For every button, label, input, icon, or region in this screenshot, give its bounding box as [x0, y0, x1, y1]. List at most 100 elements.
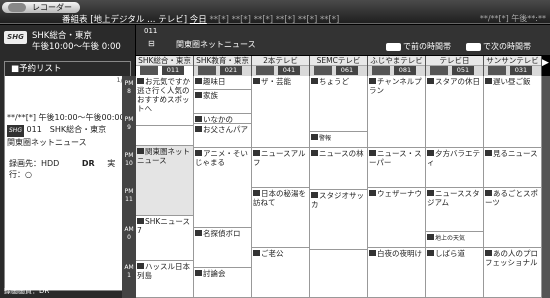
record-destination: 録画先：HDD	[9, 159, 60, 168]
program-title: 討論会	[203, 269, 226, 278]
day-tab[interactable]: **[*]	[320, 15, 339, 25]
day-tab[interactable]: **[*]	[232, 15, 251, 25]
genre-icon	[195, 270, 202, 276]
time-label: AM 1	[124, 264, 134, 279]
time-label: PM 10	[124, 152, 134, 167]
genre-icon	[137, 148, 144, 154]
channel-header[interactable]: SHK総合・東京 011	[136, 56, 194, 76]
program-cell[interactable]: ちょうど	[310, 76, 368, 132]
scroll-right-icon[interactable]: ▶	[542, 58, 550, 74]
program-title: 白夜の夜明け	[377, 249, 422, 258]
program-cell[interactable]: 警報	[310, 132, 368, 148]
genre-icon	[311, 134, 318, 140]
prev-timeslot-button[interactable]: で前の時間帯	[386, 41, 451, 52]
reservation-item[interactable]: **/**[*] 午後10:00〜午後00:00 SHG 011 SHK総合・東…	[7, 112, 128, 150]
day-tab[interactable]: **[*]	[298, 15, 317, 25]
day-tab[interactable]: **[*]	[254, 15, 273, 25]
program-cell[interactable]: 遅い昼ご飯	[484, 76, 542, 148]
channel-header[interactable]: ふじやまテレビ 081	[368, 56, 426, 76]
program-cell[interactable]: しばら道	[426, 248, 484, 298]
program-cell[interactable]: ニューススタジアム	[426, 188, 484, 232]
program-cell[interactable]: 夕方バラエティ	[426, 148, 484, 188]
day-tab[interactable]: **[*]	[210, 15, 229, 25]
channel-header[interactable]: 2本テレビ 041	[252, 56, 310, 76]
program-cell[interactable]: スタアの休日	[426, 76, 484, 148]
time-label: PM 8	[124, 80, 134, 95]
program-cell[interactable]: ニュースの林	[310, 148, 368, 190]
channel-header[interactable]: SEMCテレビ 061	[310, 56, 368, 76]
genre-icon	[195, 92, 202, 98]
genre-icon	[195, 150, 202, 156]
program-cell[interactable]: 趣味日	[194, 76, 252, 90]
program-title: ニュースアルフ	[253, 149, 306, 167]
program-title: 名探偵ボロ	[203, 229, 241, 238]
vertical-scrollbar[interactable]	[542, 76, 550, 298]
program-cell[interactable]: ニュースアルフ	[252, 148, 310, 188]
program-cell[interactable]: あの人のプロフェッショナル	[484, 248, 542, 298]
channel-logo-icon	[430, 66, 448, 75]
genre-icon	[253, 190, 260, 196]
time-label: AM 0	[124, 226, 134, 241]
genre-icon	[485, 78, 492, 84]
genre-icon	[427, 190, 434, 196]
channel-logo-icon	[488, 66, 506, 75]
program-cell-selected[interactable]: 関東圏ネットニュース	[136, 146, 194, 216]
program-cell[interactable]: ニュース・スーパー	[368, 148, 426, 188]
genre-icon	[195, 230, 202, 236]
program-title: スタアの休日	[435, 77, 480, 86]
channel-name: SHK総合・東京	[136, 56, 193, 66]
program-cell[interactable]: 討論会	[194, 268, 252, 298]
program-cell[interactable]: ご老公	[252, 248, 310, 298]
program-cell[interactable]: 日本の秘湯を訪ねて	[252, 188, 310, 248]
program-cell[interactable]: 家族	[194, 90, 252, 114]
program-title: あの人のプロフェッショナル	[485, 249, 538, 267]
program-cell[interactable]: SHKニュース7	[136, 216, 194, 261]
program-title: 見るニュース	[493, 149, 538, 158]
genre-icon	[137, 78, 144, 84]
reservation-channel-name: 011 SHK総合・東京	[26, 125, 107, 134]
program-cell[interactable]: 名探偵ボロ	[194, 228, 252, 268]
program-cell[interactable]: お父さんパア	[194, 124, 252, 148]
channel-code: 011	[144, 27, 158, 35]
program-title: ご老公	[261, 249, 284, 258]
program-cell[interactable]	[310, 250, 368, 298]
next-timeslot-button[interactable]: で次の時間帯	[466, 41, 531, 52]
channel-number: 031	[510, 66, 532, 75]
channel-header[interactable]: SHK教育・東京 021	[194, 56, 252, 76]
channel-name: サンサンテレビ	[484, 56, 541, 66]
channel-header[interactable]: サンサンテレビ 031	[484, 56, 542, 76]
channel-number: 051	[452, 66, 474, 75]
genre-icon	[253, 150, 260, 156]
program-cell[interactable]: 地上の天気	[426, 232, 484, 248]
genre-icon	[195, 78, 202, 84]
genre-icon	[137, 263, 144, 269]
reservation-list-title: ■予約リスト	[5, 62, 130, 76]
program-cell[interactable]	[136, 126, 194, 146]
program-cell[interactable]: いなかの	[194, 114, 252, 124]
program-cell[interactable]: 白夜の夜明け	[368, 248, 426, 298]
program-title: SHKニュース7	[137, 217, 190, 235]
day-tab[interactable]: **[*]	[276, 15, 295, 25]
program-cell[interactable]: お元気ですか 逃さ行く人気のおすすめスポットへ	[136, 76, 194, 126]
program-title: 警報	[319, 135, 332, 142]
program-cell[interactable]: 見るニュース	[484, 148, 542, 188]
channel-logo: SHG	[4, 31, 27, 44]
program-cell[interactable]: チャンネルプラン	[368, 76, 426, 148]
prev-label: で前の時間帯	[403, 42, 451, 51]
genre-icon	[369, 250, 376, 256]
program-cell[interactable]: スタジオサッカ	[310, 190, 368, 250]
program-title: お元気ですか 逃さ行く人気のおすすめスポットへ	[137, 77, 190, 113]
channel-logo-icon	[372, 66, 390, 75]
guide-title-text: 番組表 [地上デジタル … テレビ]	[62, 15, 188, 25]
program-cell[interactable]: あるごとスポーツ	[484, 188, 542, 248]
reservation-list[interactable]: ■予約リスト 1/1 **/**[*] 午後10:00〜午後00:00 SHG …	[4, 61, 131, 291]
left-panel: SHG SHK総合・東京 午後10:00〜午後 0:00 ■予約リスト 1/1 …	[0, 25, 135, 298]
program-cell[interactable]: ハッスル日本列島	[136, 261, 194, 298]
program-cell[interactable]: アニメ・そいじゃまる	[194, 148, 252, 228]
channel-header[interactable]: テレビ日 051	[426, 56, 484, 76]
tab-today[interactable]: 今日	[190, 15, 207, 25]
program-cell[interactable]: ザ・芸能	[252, 76, 310, 148]
program-title: スタジオサッカ	[311, 191, 364, 209]
guide-title: 番組表 [地上デジタル … テレビ] 今日 **[*] **[*] **[*] …	[62, 13, 339, 25]
program-cell[interactable]: ウェザーナウ	[368, 188, 426, 248]
